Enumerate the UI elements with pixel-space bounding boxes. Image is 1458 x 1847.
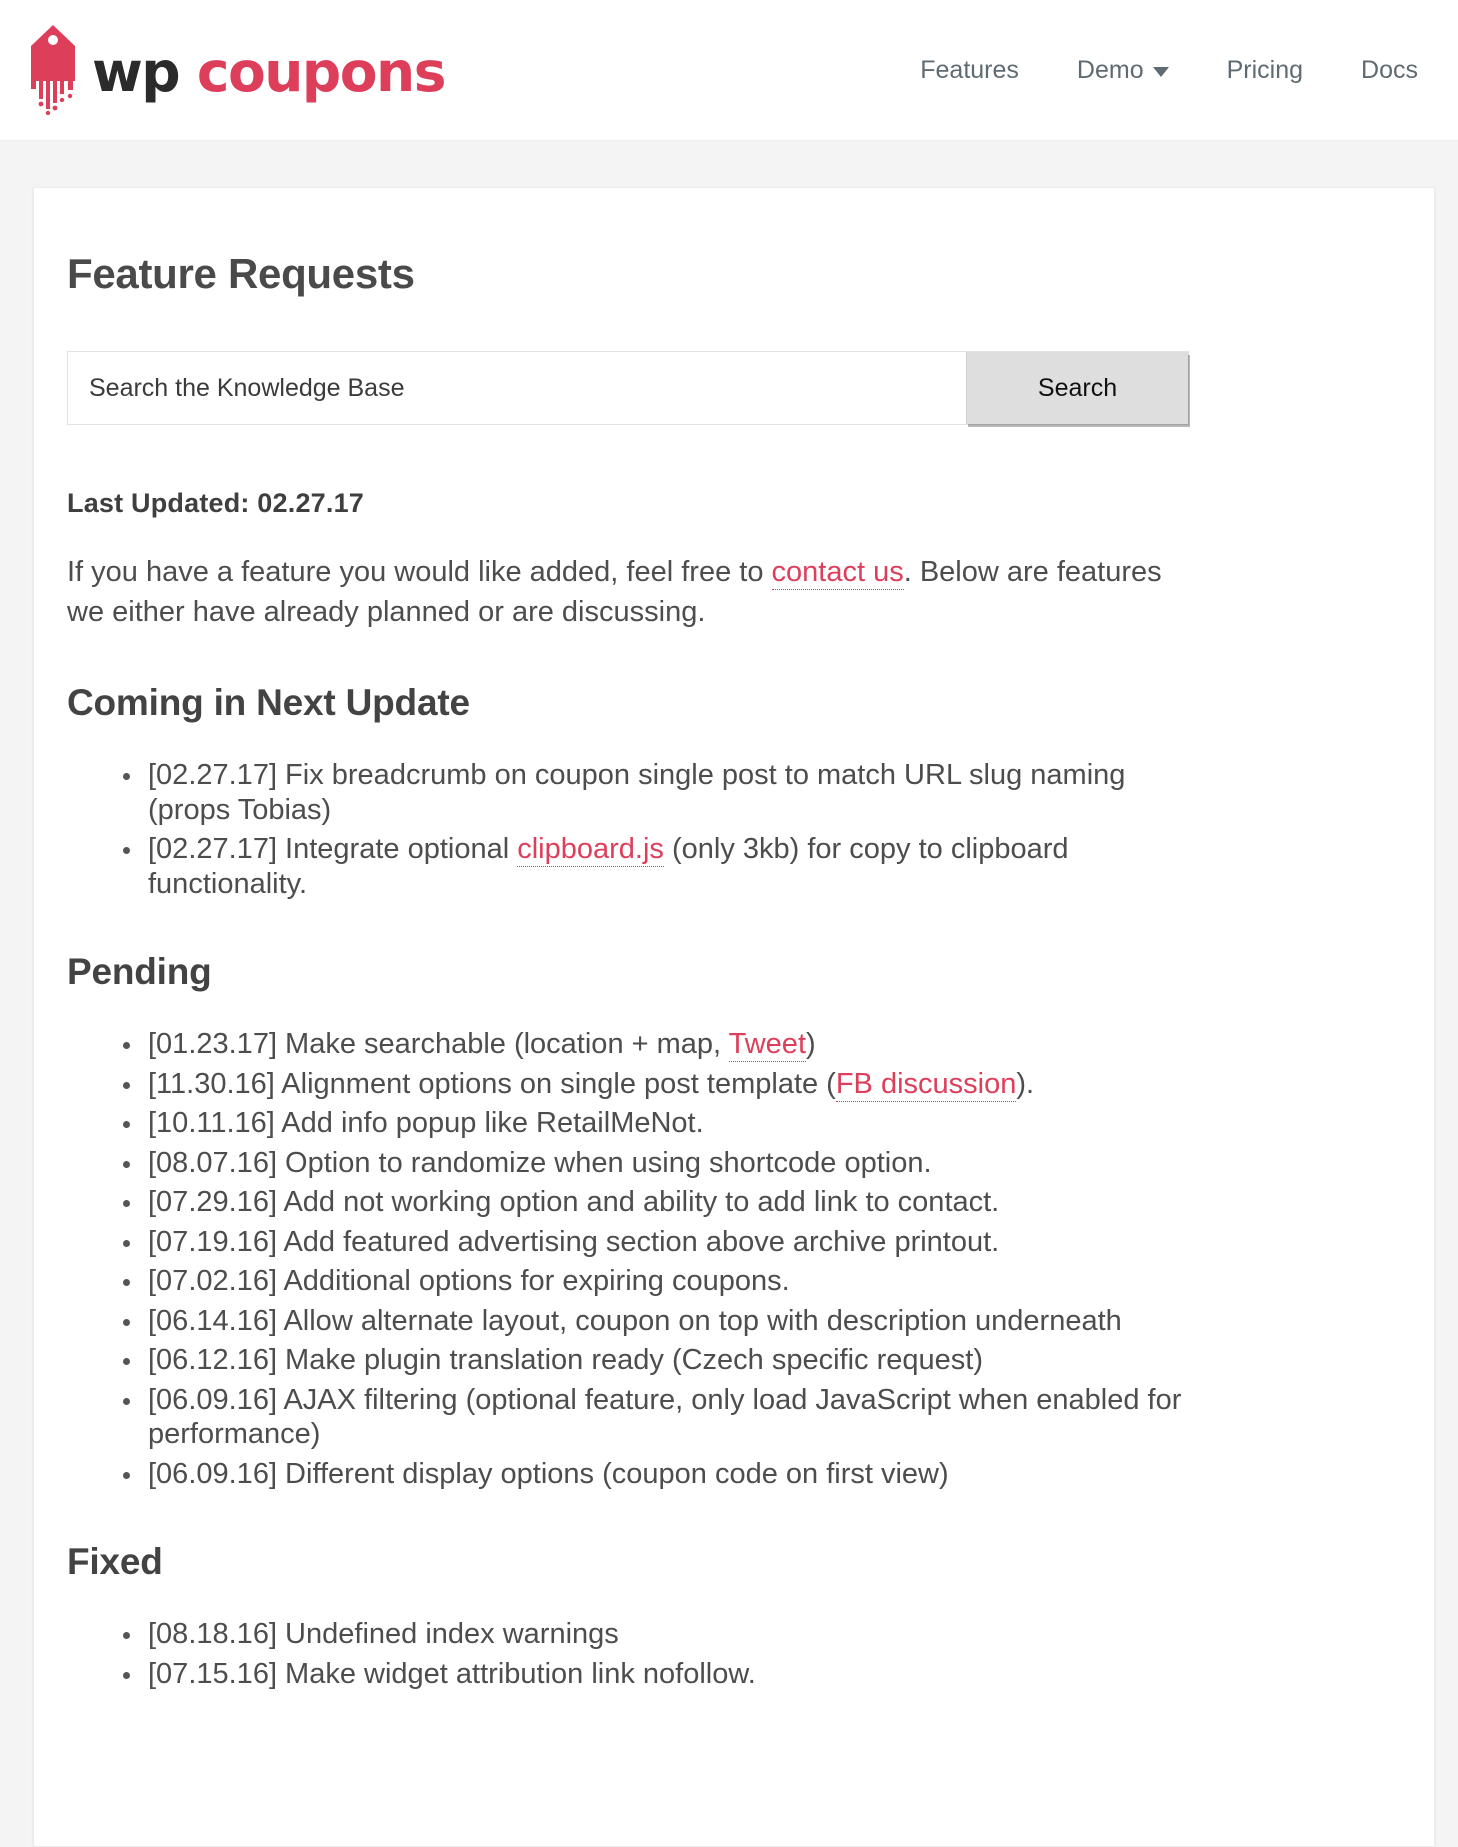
- contact-us-link[interactable]: contact us: [771, 556, 904, 591]
- list-item: [06.09.16] AJAX filtering (optional feat…: [121, 1383, 1196, 1452]
- list-item: [06.09.16] Different display options (co…: [121, 1457, 1196, 1492]
- item-text: [08.18.16] Undefined index warnings: [148, 1618, 619, 1651]
- nav-item-features[interactable]: Features: [891, 48, 1048, 93]
- item-text: [06.09.16] Different display options (co…: [148, 1457, 949, 1490]
- list-item: [07.19.16] Add featured advertising sect…: [121, 1225, 1196, 1260]
- section-fixed: Fixed [08.18.16] Undefined index warning…: [67, 1541, 1391, 1691]
- list-item: [06.12.16] Make plugin translation ready…: [121, 1343, 1196, 1378]
- chevron-down-icon: [1152, 67, 1169, 77]
- knowledge-base-search-form: Search: [67, 351, 1189, 426]
- item-text: [02.27.17] Fix breadcrumb on coupon sing…: [148, 759, 1126, 826]
- search-input[interactable]: [68, 352, 966, 425]
- item-text: [07.29.16] Add not working option and ab…: [148, 1186, 1000, 1219]
- item-text: [06.09.16] AJAX filtering (optional feat…: [148, 1383, 1182, 1451]
- item-text: [11.30.16] Alignment options on single p…: [148, 1067, 836, 1100]
- brand-logo-link[interactable]: wp coupons: [28, 25, 446, 116]
- list-item: [06.14.16] Allow alternate layout, coupo…: [121, 1304, 1196, 1339]
- list-item: [02.27.17] Fix breadcrumb on coupon sing…: [121, 758, 1196, 827]
- nav-label-features: Features: [920, 55, 1019, 84]
- brand-wordmark: wp coupons: [92, 44, 446, 100]
- list-item: [08.18.16] Undefined index warnings: [121, 1617, 1196, 1652]
- feature-list-fixed: [08.18.16] Undefined index warnings [07.…: [67, 1617, 1391, 1691]
- content-card: Feature Requests Search Last Updated: 02…: [33, 187, 1435, 1847]
- list-item: [11.30.16] Alignment options on single p…: [121, 1067, 1196, 1102]
- feature-list-pending: [01.23.17] Make searchable (location + m…: [67, 1027, 1391, 1491]
- last-updated-text: Last Updated: 02.27.17: [67, 488, 365, 519]
- section-pending: Pending [01.23.17] Make searchable (loca…: [67, 951, 1391, 1491]
- list-item: [08.07.16] Option to randomize when usin…: [121, 1146, 1196, 1181]
- nav-item-demo[interactable]: Demo: [1048, 48, 1198, 93]
- item-text: [07.02.16] Additional options for expiri…: [148, 1265, 790, 1298]
- section-heading-pending: Pending: [67, 951, 212, 993]
- brand-word-wp: wp: [92, 39, 181, 104]
- list-item: [02.27.17] Integrate optional clipboard.…: [121, 832, 1196, 901]
- section-heading-fixed: Fixed: [67, 1541, 163, 1583]
- item-text: [07.19.16] Add featured advertising sect…: [148, 1225, 1000, 1258]
- list-item: [07.02.16] Additional options for expiri…: [121, 1264, 1196, 1299]
- intro-text-before: If you have a feature you would like add…: [67, 556, 772, 589]
- item-text: [08.07.16] Option to randomize when usin…: [148, 1146, 932, 1179]
- item-text: [01.23.17] Make searchable (location + m…: [148, 1028, 729, 1061]
- intro-paragraph: If you have a feature you would like add…: [67, 552, 1191, 632]
- nav-label-pricing: Pricing: [1226, 55, 1304, 84]
- item-text-after: ).: [1016, 1067, 1035, 1100]
- section-coming-next-update: Coming in Next Update [02.27.17] Fix bre…: [67, 682, 1391, 901]
- item-text: [10.11.16] Add info popup like RetailMeN…: [148, 1107, 704, 1140]
- item-text: [07.15.16] Make widget attribution link …: [148, 1657, 756, 1690]
- item-text: [06.14.16] Allow alternate layout, coupo…: [148, 1304, 1122, 1337]
- fb-discussion-link[interactable]: FB discussion: [835, 1067, 1017, 1102]
- nav-item-pricing[interactable]: Pricing: [1198, 48, 1332, 93]
- item-text-after: ): [806, 1028, 816, 1061]
- nav-label-demo: Demo: [1076, 55, 1144, 84]
- clipboard-js-link[interactable]: clipboard.js: [517, 833, 664, 868]
- site-header: wp coupons Features Demo Pricing Docs: [0, 0, 1458, 141]
- search-button[interactable]: Search: [966, 352, 1188, 425]
- list-item: [01.23.17] Make searchable (location + m…: [121, 1027, 1196, 1063]
- list-item: [07.29.16] Add not working option and ab…: [121, 1185, 1196, 1220]
- section-heading-coming: Coming in Next Update: [67, 682, 470, 724]
- feature-list-coming: [02.27.17] Fix breadcrumb on coupon sing…: [67, 758, 1391, 901]
- page-background: Feature Requests Search Last Updated: 02…: [0, 141, 1458, 1847]
- list-item: [07.15.16] Make widget attribution link …: [121, 1657, 1196, 1692]
- price-tag-logo-icon: [28, 25, 78, 116]
- nav-item-docs[interactable]: Docs: [1332, 48, 1428, 93]
- main-navigation: Features Demo Pricing Docs: [891, 48, 1428, 93]
- brand-word-coupons: coupons: [196, 39, 447, 104]
- nav-label-docs: Docs: [1361, 55, 1418, 84]
- page-title: Feature Requests: [67, 250, 415, 297]
- tweet-link[interactable]: Tweet: [728, 1028, 806, 1063]
- item-text: [02.27.17] Integrate optional: [148, 833, 518, 866]
- list-item: [10.11.16] Add info popup like RetailMeN…: [121, 1106, 1196, 1141]
- item-text: [06.12.16] Make plugin translation ready…: [148, 1344, 983, 1377]
